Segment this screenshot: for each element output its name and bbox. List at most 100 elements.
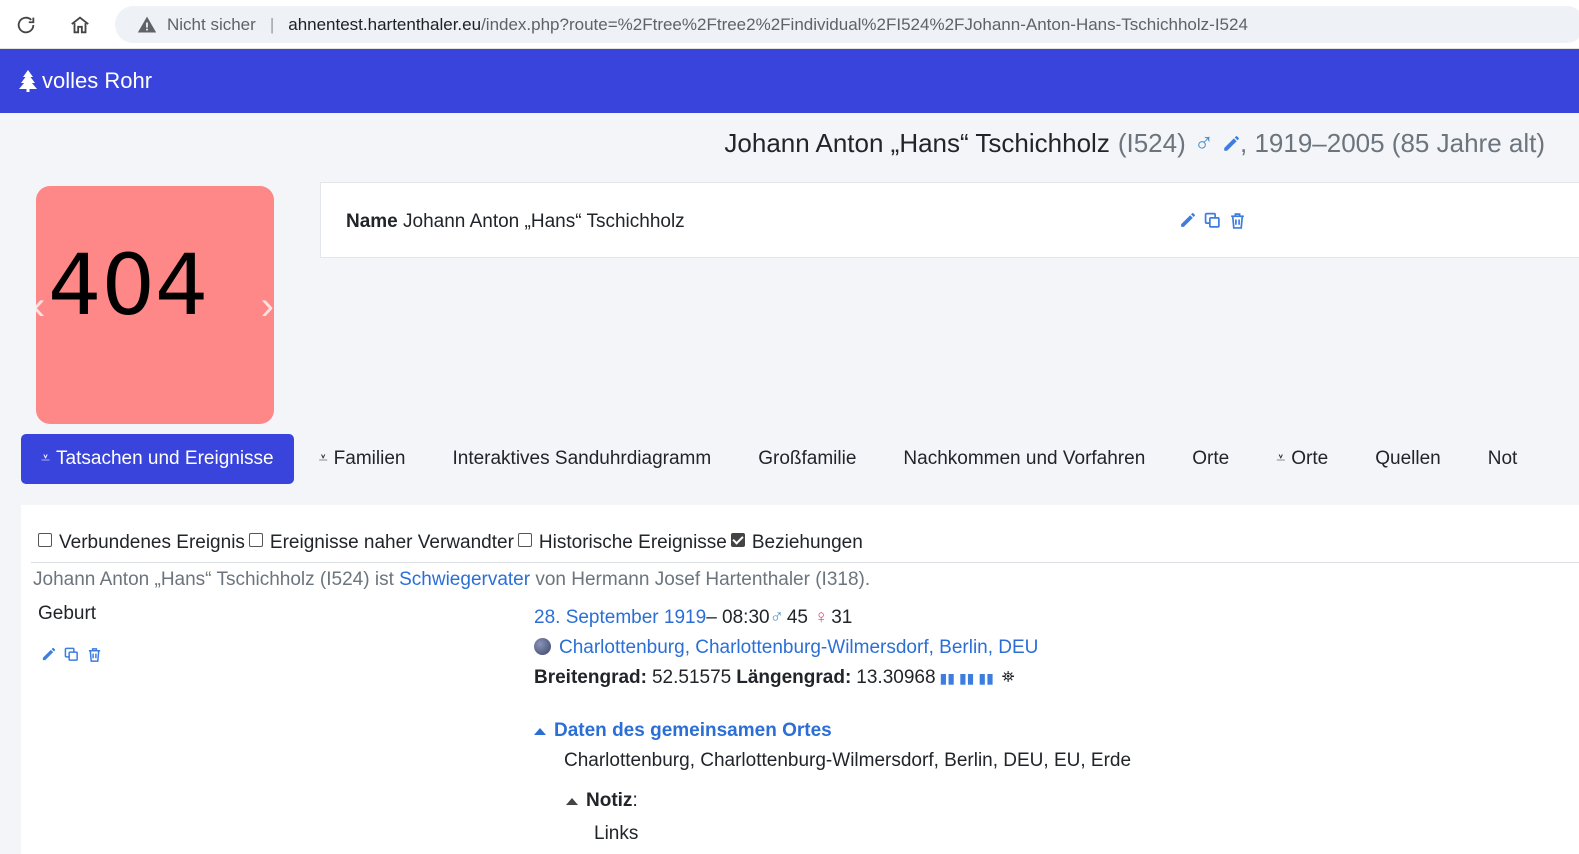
shared-place-toggle[interactable]: Daten des gemeinsamen Ortes	[534, 720, 832, 742]
latitude-value: 52.51575	[651, 667, 732, 688]
tab-label: Nachkommen und Vorfahren	[903, 448, 1146, 469]
longitude-label: Längengrad:	[736, 667, 852, 688]
filter-label: Ereignisse naher Verwandter	[269, 532, 514, 553]
photo-error-text: 404	[48, 236, 209, 334]
tab-nachkommen-und-vorfahren[interactable]: Nachkommen und Vorfahren	[881, 434, 1167, 484]
name-actions	[1179, 212, 1246, 234]
browser-toolbar: Nicht sicher | ahnentest.hartenthaler.eu…	[0, 0, 1579, 49]
checkbox[interactable]	[730, 533, 745, 547]
note-label: Notiz	[586, 790, 633, 811]
birth-date-link[interactable]: 28. September 1919	[534, 607, 706, 629]
filter-label: Historische Ereignisse	[538, 532, 727, 553]
name-label: Name	[346, 211, 398, 232]
map-pin-icon[interactable]: ⛯	[1002, 669, 1015, 687]
edit-icon[interactable]	[41, 647, 56, 667]
fact-coords-line: Breitengrad: 52.51575 Längengrad: 13.309…	[534, 663, 1038, 693]
map-icon[interactable]: ▮▮	[940, 670, 955, 687]
collapse-icon	[534, 727, 546, 735]
expand-all-icon: ⩡	[318, 450, 328, 467]
birth-time: – 08:30	[706, 607, 770, 628]
collapse-icon	[566, 797, 578, 805]
father-icon: ♂	[769, 607, 784, 628]
tab-familien[interactable]: ⩡ Familien	[297, 434, 428, 484]
filter-option[interactable]: Historische Ereignisse	[517, 532, 727, 554]
tab-label: Orte	[1192, 448, 1230, 469]
place-hierarchy: Charlottenburg, Charlottenburg-Wilmersdo…	[564, 750, 1132, 771]
male-icon: ♂	[1193, 128, 1214, 158]
note-toggle[interactable]: Notiz:	[566, 790, 638, 812]
checkbox[interactable]	[38, 533, 52, 547]
brand-title: volles Rohr	[42, 68, 153, 93]
checkbox[interactable]	[248, 533, 263, 547]
edit-icon[interactable]	[1179, 212, 1196, 234]
checkbox[interactable]	[517, 533, 532, 547]
url-separator: |	[269, 14, 275, 34]
delete-icon[interactable]	[1229, 212, 1246, 234]
tab-label: Interaktives Sanduhrdiagramm	[452, 448, 712, 469]
relationship-text: Johann Anton „Hans“ Tschichholz (I524) i…	[33, 569, 870, 591]
name-card: Name Johann Anton „Hans“ Tschichholz	[320, 182, 1579, 258]
chevron-left-icon[interactable]: ‹	[36, 286, 45, 326]
note-suffix: :	[632, 790, 638, 811]
fact-date-line: 28. September 1919 – 08:30 ♂ 45 ♀ 31	[534, 603, 1038, 633]
edit-person-icon[interactable]	[1222, 135, 1240, 153]
reload-icon[interactable]	[11, 10, 41, 40]
fact-label-birth: Geburt	[38, 603, 97, 624]
divider	[31, 562, 1579, 563]
filter-label: Beziehungen	[751, 532, 863, 553]
copy-icon[interactable]	[64, 647, 79, 667]
tab-interaktives-sanduhrdiagramm[interactable]: Interaktives Sanduhrdiagramm	[430, 434, 733, 484]
note-text: Links	[594, 823, 639, 844]
fact-actions	[41, 647, 102, 667]
filter-option[interactable]: Beziehungen	[730, 532, 863, 554]
father-age: 45	[786, 607, 808, 628]
delete-icon[interactable]	[87, 647, 102, 667]
map-icon[interactable]: ▮▮	[978, 670, 993, 687]
mother-age: 31	[831, 607, 853, 628]
tab-not[interactable]: Not	[1466, 434, 1540, 484]
address-bar[interactable]: Nicht sicher | ahnentest.hartenthaler.eu…	[115, 6, 1579, 43]
tab-tatsachen-und-ereignisse[interactable]: ⩡ Tatsachen und Ereignisse	[21, 434, 294, 484]
map-icon[interactable]: ▮▮	[959, 670, 974, 687]
mother-icon: ♀	[813, 607, 829, 628]
url-path: /index.php?route=%2Ftree%2Ftree2%2Findiv…	[481, 14, 1248, 34]
chevron-right-icon[interactable]: ›	[261, 286, 274, 326]
shared-place-label: Daten des gemeinsamen Ortes	[554, 720, 832, 741]
brand-link[interactable]: volles Rohr	[18, 68, 152, 94]
relationship-post: von Hermann Josef Hartenthaler (I318).	[530, 569, 871, 590]
latitude-label: Breitengrad:	[534, 667, 647, 688]
filter-option[interactable]: Verbundenes Ereignis	[38, 532, 245, 554]
tab-label: Orte	[1291, 448, 1329, 469]
tab-label: Tatsachen und Ereignisse	[56, 448, 274, 469]
facts-panel: Verbundenes Ereignis Ereignisse naher Ver…	[21, 505, 1579, 854]
birth-place-link[interactable]: Charlottenburg, Charlottenburg-Wilmersdo…	[559, 637, 1038, 659]
person-lifespan: , 1919–2005 (85 Jahre alt)	[1240, 128, 1545, 158]
copy-icon[interactable]	[1204, 212, 1221, 234]
globe-icon	[534, 637, 551, 655]
tab-label: Not	[1487, 448, 1518, 469]
relationship-link[interactable]: Schwiegervater	[399, 569, 530, 590]
tab-label: Quellen	[1375, 448, 1441, 469]
person-id: (I524)	[1117, 128, 1186, 158]
tab-großfamilie[interactable]: Großfamilie	[736, 434, 878, 484]
warning-icon	[137, 16, 157, 32]
tab-orte[interactable]: Orte	[1170, 434, 1251, 484]
tab-orte[interactable]: ⩡ Orte	[1254, 434, 1350, 484]
fact-place-line: Charlottenburg, Charlottenburg-Wilmersdo…	[534, 633, 1038, 663]
tab-label: Großfamilie	[758, 448, 857, 469]
home-icon[interactable]	[65, 10, 95, 40]
person-photo[interactable]: 404 ‹ ›	[36, 186, 274, 424]
not-secure-label: Nicht sicher	[167, 14, 256, 34]
expand-all-icon: ⩡	[41, 450, 51, 467]
longitude-value: 13.30968	[856, 667, 936, 688]
name-line: Name Johann Anton „Hans“ Tschichholz	[346, 211, 685, 233]
filter-option[interactable]: Ereignisse naher Verwandter	[248, 532, 514, 554]
tree-icon	[19, 70, 37, 92]
tab-quellen[interactable]: Quellen	[1353, 434, 1463, 484]
filter-checkboxes: Verbundenes Ereignis Ereignisse naher Ver…	[38, 532, 867, 554]
fact-details: 28. September 1919 – 08:30 ♂ 45 ♀ 31 Cha…	[534, 603, 1038, 693]
expand-all-icon: ⩡	[1276, 450, 1286, 467]
url-host: ahnentest.hartenthaler.eu	[288, 14, 482, 34]
relationship-pre: Johann Anton „Hans“ Tschichholz (I524) i…	[33, 569, 400, 590]
app-header: volles Rohr	[0, 49, 1579, 113]
